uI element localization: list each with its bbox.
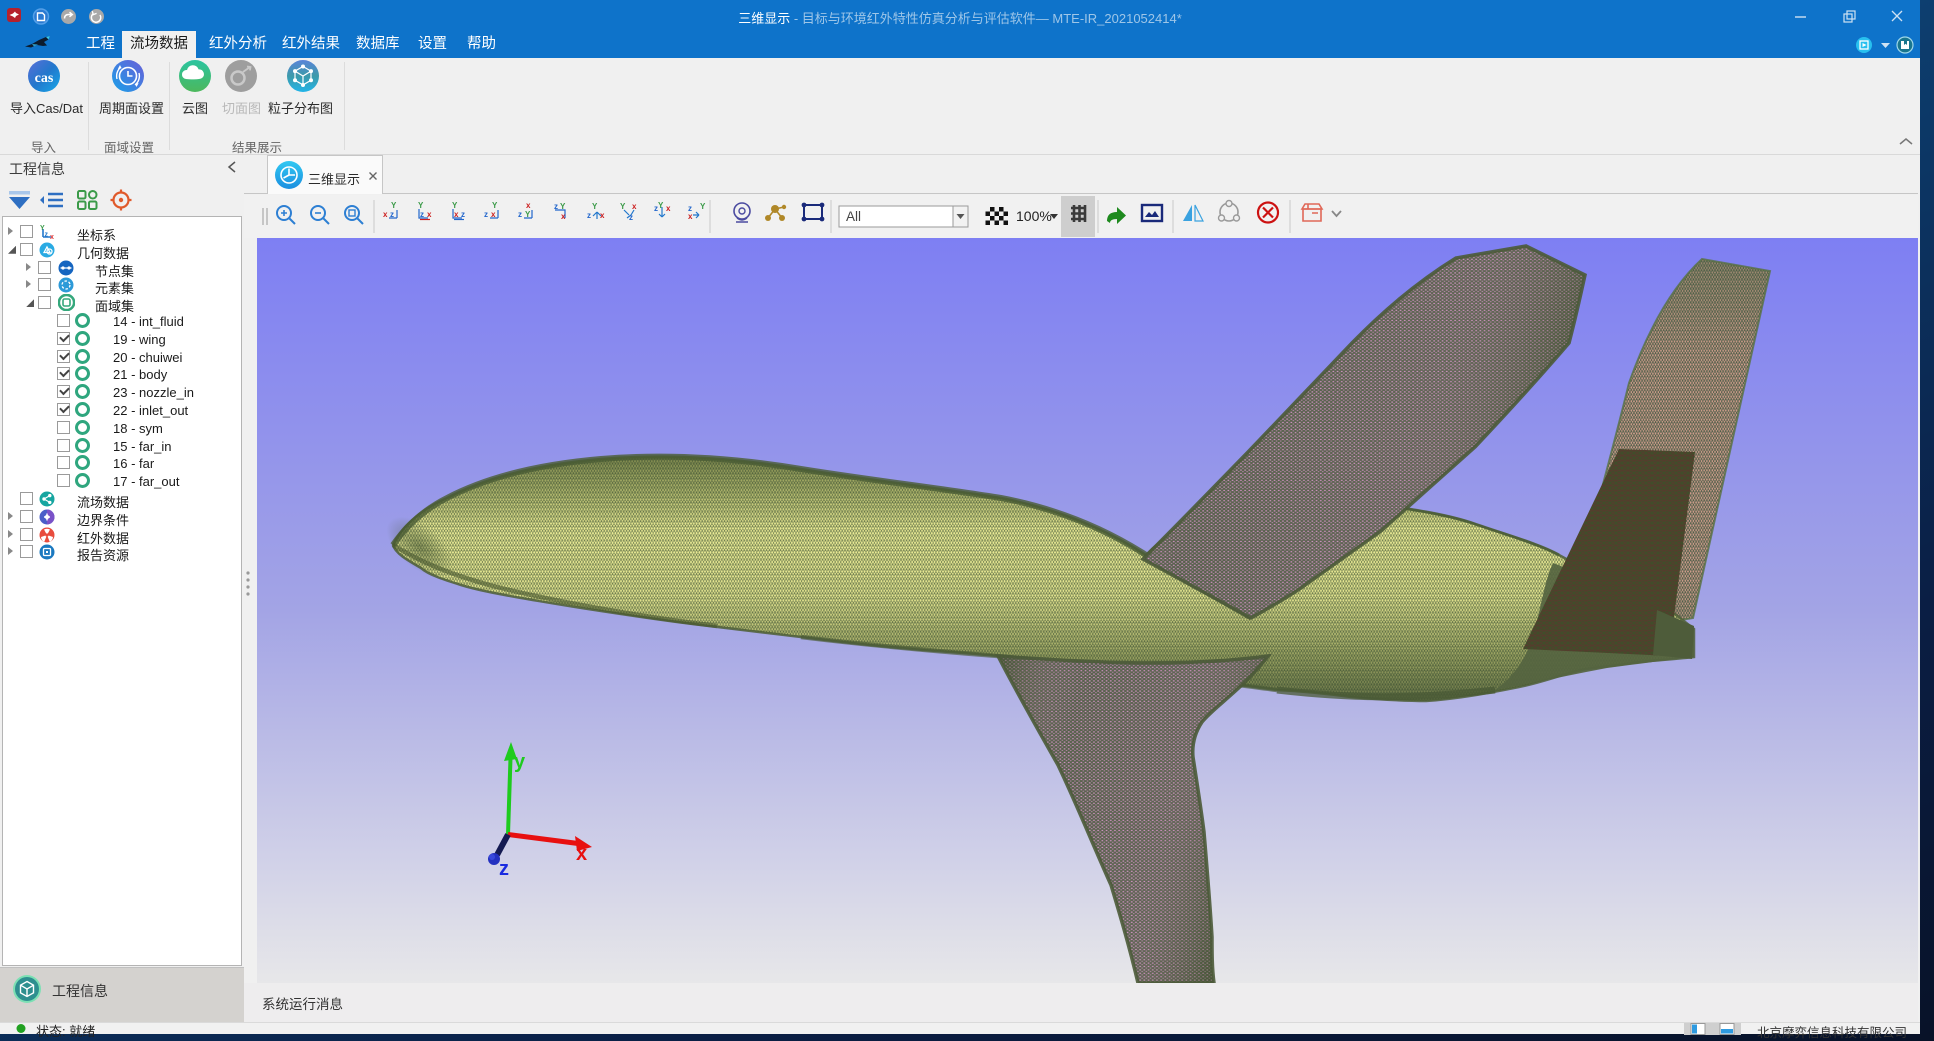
svg-text:Y: Y bbox=[391, 201, 397, 210]
svg-text:x: x bbox=[688, 212, 693, 221]
svg-text:x: x bbox=[383, 210, 388, 219]
svg-text:x: x bbox=[427, 210, 432, 219]
svg-text:100%: 100% bbox=[1016, 208, 1052, 224]
svg-text:Y: Y bbox=[452, 201, 458, 210]
svg-text:y: y bbox=[514, 751, 526, 773]
svg-text:x: x bbox=[50, 234, 54, 240]
svg-text:All: All bbox=[846, 209, 861, 224]
svg-text:cas: cas bbox=[35, 71, 54, 86]
svg-text:x: x bbox=[576, 843, 587, 865]
svg-text:z: z bbox=[461, 210, 465, 219]
svg-text:x: x bbox=[632, 202, 637, 211]
svg-text:x: x bbox=[561, 212, 566, 221]
svg-text:z: z bbox=[420, 210, 424, 219]
svg-text:Y: Y bbox=[700, 202, 706, 211]
svg-text:Y: Y bbox=[658, 201, 664, 210]
svg-text:Y: Y bbox=[620, 202, 626, 211]
svg-text:z: z bbox=[587, 211, 591, 220]
svg-text:Y: Y bbox=[492, 201, 498, 210]
svg-text:x: x bbox=[454, 210, 459, 219]
svg-text:z: z bbox=[45, 232, 49, 239]
svg-text:x: x bbox=[600, 211, 605, 220]
svg-text:z: z bbox=[518, 210, 522, 219]
svg-text:z: z bbox=[484, 210, 488, 219]
svg-text:Y: Y bbox=[418, 201, 424, 210]
svg-text:Y: Y bbox=[592, 202, 598, 211]
svg-text:Y: Y bbox=[560, 202, 566, 211]
svg-text:x: x bbox=[526, 201, 531, 210]
svg-text:z: z bbox=[629, 213, 633, 222]
svg-text:z: z bbox=[499, 858, 509, 880]
svg-text:x: x bbox=[666, 204, 671, 213]
svg-text:z: z bbox=[554, 202, 558, 211]
